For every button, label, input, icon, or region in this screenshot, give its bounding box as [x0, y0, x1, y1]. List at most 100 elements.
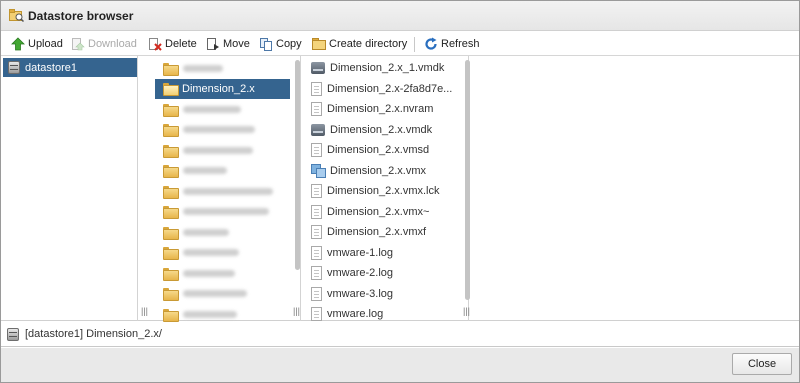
toolbar: Upload Download Delete Move Copy Create … [1, 32, 799, 56]
close-button[interactable]: Close [732, 353, 792, 375]
file-item[interactable]: Dimension_2.x_1.vmdk [311, 58, 461, 78]
directory-item[interactable] [155, 202, 290, 222]
directory-item[interactable] [155, 99, 290, 119]
file-item[interactable]: Dimension_2.x.nvram [311, 99, 461, 119]
column-resize-handle[interactable]: ||| [141, 306, 148, 316]
datastore-item-datastore1[interactable]: datastore1 [3, 58, 137, 77]
delete-button[interactable]: Delete [148, 35, 197, 53]
directory-item[interactable] [155, 140, 290, 160]
redacted-directory-name [183, 146, 253, 154]
file-label: Dimension_2.x.vmdk [330, 123, 433, 136]
copy-button[interactable]: Copy [259, 35, 302, 53]
file-label: Dimension_2.x.vmsd [327, 144, 430, 156]
directory-item[interactable] [155, 284, 290, 304]
file-item[interactable]: vmware-1.log [311, 243, 461, 263]
column-resize-handle[interactable]: ||| [293, 306, 300, 316]
refresh-icon [425, 37, 437, 50]
folder-icon [163, 308, 179, 322]
folder-icon [163, 144, 179, 158]
directory-item[interactable] [155, 161, 290, 181]
directory-item[interactable] [155, 243, 290, 263]
disk-icon [311, 123, 325, 136]
file-item[interactable]: Dimension_2.x.vmdk [311, 120, 461, 140]
file-item[interactable]: Dimension_2.x.vmx.lck [311, 181, 461, 201]
upload-button[interactable]: Upload [11, 35, 63, 53]
directory-item[interactable] [155, 304, 290, 324]
file-icon [311, 81, 322, 96]
folder-icon [163, 83, 179, 96]
download-icon [72, 38, 85, 51]
file-item[interactable]: vmware.log [311, 304, 461, 324]
create-directory-label: Create directory [329, 38, 408, 50]
file-label: vmware-1.log [327, 246, 394, 259]
redacted-directory-name [183, 64, 223, 72]
file-label: vmware.log [327, 308, 384, 320]
file-label: Dimension_2.x_1.vmdk [330, 62, 445, 74]
toolbar-separator [414, 37, 415, 52]
file-icon [311, 184, 322, 198]
title-bar[interactable]: Datastore browser [1, 1, 799, 31]
file-item[interactable]: Dimension_2.x.vmx~ [311, 202, 461, 222]
directory-label: Dimension_2.x [182, 82, 255, 95]
redacted-directory-name [183, 228, 229, 236]
redacted-directory-name [183, 126, 255, 133]
file-item[interactable]: Dimension_2.x-2fa8d7e... [311, 79, 461, 99]
file-label: Dimension_2.x.nvram [327, 103, 434, 115]
copy-label: Copy [276, 38, 302, 50]
file-item[interactable]: Dimension_2.x.vmsd [311, 140, 461, 160]
file-item[interactable]: Dimension_2.x.vmx [311, 161, 461, 181]
log-icon [311, 245, 322, 260]
file-label: Dimension_2.x.vmx [330, 164, 426, 177]
file-label: vmware-2.log [327, 267, 394, 279]
refresh-label: Refresh [441, 38, 480, 50]
upload-label: Upload [28, 38, 63, 50]
file-icon [311, 143, 322, 157]
directory-item[interactable] [155, 263, 290, 283]
file-list: Dimension_2.x_1.vmdk Dimension_2.x-2fa8d7… [305, 56, 469, 321]
refresh-button[interactable]: Refresh [424, 35, 480, 53]
file-item[interactable]: vmware-2.log [311, 263, 461, 283]
redacted-directory-name [183, 187, 273, 195]
file-label: Dimension_2.x.vmx.lck [327, 185, 440, 197]
folder-icon [163, 103, 179, 117]
folder-icon [163, 226, 179, 240]
datastore-browser-dialog: Datastore browser Upload Download Delete [0, 0, 800, 383]
file-item[interactable]: Dimension_2.x.vmxf [311, 222, 461, 242]
directory-item[interactable] [155, 120, 290, 140]
move-icon [207, 38, 219, 50]
column-resize-handle[interactable]: ||| [463, 306, 470, 316]
file-icon [311, 204, 322, 219]
file-icon [311, 102, 322, 116]
delete-label: Delete [165, 38, 197, 50]
dialog-footer: Close [1, 348, 799, 382]
datastore-list: datastore1 ||| [1, 56, 148, 321]
datastore-icon [7, 327, 19, 341]
file-item[interactable]: vmware-3.log [311, 284, 461, 304]
download-button[interactable]: Download [71, 35, 137, 53]
directory-scrollbar[interactable] [295, 60, 300, 270]
directory-item[interactable] [155, 181, 290, 201]
copy-icon [260, 38, 272, 51]
move-label: Move [223, 38, 250, 50]
file-scrollbar[interactable] [465, 60, 470, 300]
folder-icon [163, 288, 179, 301]
redacted-directory-name [183, 208, 269, 215]
directory-item[interactable] [155, 222, 290, 242]
redacted-directory-name [183, 167, 227, 174]
redacted-directory-name [183, 105, 241, 113]
directory-list: Dimension_2.x [153, 56, 301, 324]
disk-icon [311, 62, 325, 74]
datastore-label: datastore1 [25, 61, 77, 74]
browser-panes: datastore1 ||| Dimension_2.x ||| Dimensi… [1, 56, 799, 324]
upload-icon [11, 37, 25, 51]
file-label: Dimension_2.x.vmx~ [327, 205, 430, 218]
directory-item[interactable]: Dimension_2.x [155, 78, 290, 99]
log-icon [311, 266, 322, 280]
move-button[interactable]: Move [206, 35, 250, 53]
file-label: Dimension_2.x.vmxf [327, 226, 427, 238]
redacted-directory-name [183, 249, 239, 256]
create-directory-button[interactable]: Create directory [312, 35, 407, 53]
folder-icon [163, 267, 179, 281]
directory-item[interactable] [155, 58, 290, 78]
folder-icon [163, 185, 179, 199]
